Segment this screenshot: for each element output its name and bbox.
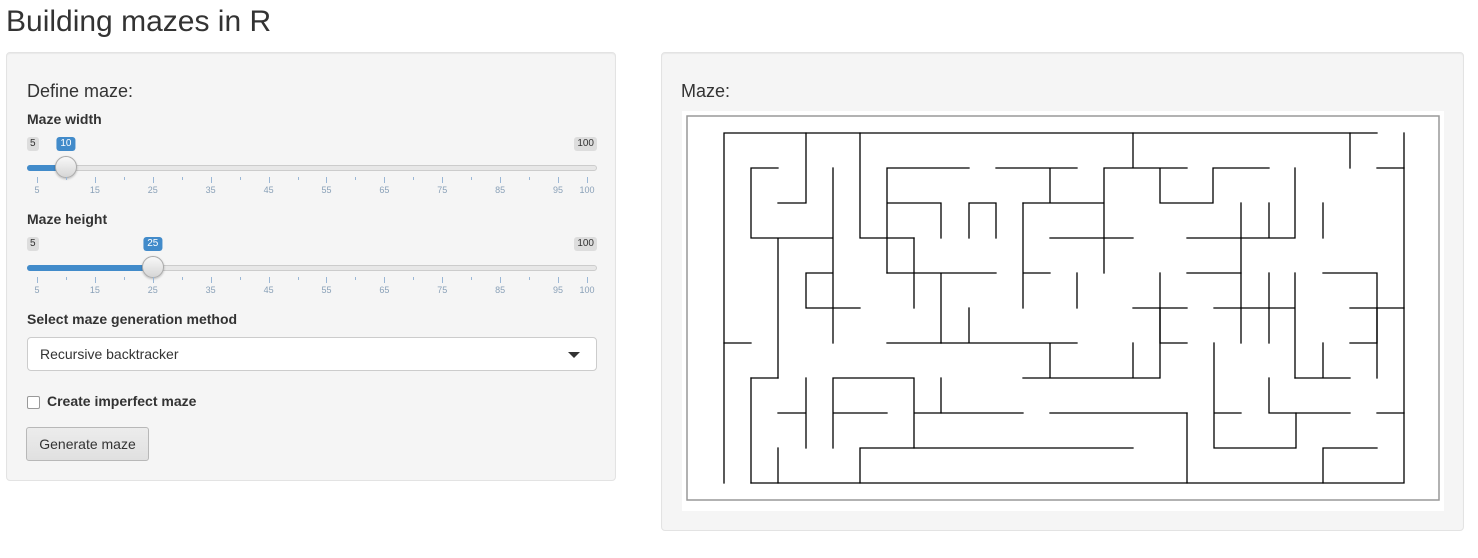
slider-tick xyxy=(65,177,67,180)
slider-tick xyxy=(268,177,270,183)
page-title: Building mazes in R xyxy=(6,5,272,38)
slider-value-badge: 25 xyxy=(143,237,163,251)
slider-max-label: 100 xyxy=(574,137,597,151)
slider-tick xyxy=(37,177,38,183)
slider-min-label: 5 xyxy=(27,237,39,251)
maze-height-slider[interactable]: 5 100 25 5 15 25 35 45 55 65 75 85 95 100 xyxy=(27,237,597,295)
slider-tick xyxy=(500,177,502,183)
slider-tick xyxy=(442,177,444,183)
slider-tick xyxy=(413,277,415,280)
slider-tick xyxy=(152,277,154,283)
slider-tick xyxy=(355,277,357,280)
slider-tick xyxy=(94,177,96,183)
slider-tick-label: 45 xyxy=(263,285,274,295)
method-select[interactable]: Recursive backtracker xyxy=(27,337,597,371)
slider-tick xyxy=(181,177,183,180)
slider-tick xyxy=(210,277,212,283)
generate-maze-button[interactable]: Generate maze xyxy=(26,427,149,461)
slider-tick xyxy=(297,177,299,180)
slider-tick xyxy=(587,277,588,283)
slider-tick xyxy=(529,277,531,280)
slider-tick xyxy=(442,277,444,283)
maze-walls xyxy=(723,132,1405,484)
slider-handle[interactable] xyxy=(54,156,77,178)
slider-tick xyxy=(152,177,154,183)
maze-image xyxy=(682,111,1444,511)
slider-tick xyxy=(37,277,38,283)
slider-tick xyxy=(558,177,560,183)
imperfect-maze-label[interactable]: Create imperfect maze xyxy=(47,393,196,409)
maze-height-label: Maze height xyxy=(27,211,108,227)
slider-tick xyxy=(587,177,588,183)
slider-tick-label: 5 xyxy=(34,285,40,295)
slider-tick xyxy=(239,177,241,180)
slider-tick xyxy=(471,277,473,280)
slider-tick-label: 45 xyxy=(263,185,274,195)
slider-tick xyxy=(65,277,67,280)
sidebar-panel: Define maze: Maze width 5 100 10 5 15 25 35… xyxy=(6,52,616,481)
slider-value-badge: 10 xyxy=(56,137,76,151)
imperfect-maze-checkbox[interactable] xyxy=(27,396,40,409)
slider-tick-label: 25 xyxy=(147,285,158,295)
slider-tick-label: 75 xyxy=(437,185,448,195)
slider-fill xyxy=(27,265,153,271)
method-selected-value: Recursive backtracker xyxy=(40,346,179,362)
slider-tick xyxy=(181,277,183,280)
caret-down-icon[interactable] xyxy=(568,352,580,358)
plot-frame xyxy=(686,115,1440,501)
slider-tick xyxy=(384,177,386,183)
slider-tick xyxy=(123,277,125,280)
slider-tick-label: 100 xyxy=(579,285,595,295)
slider-tick xyxy=(413,177,415,180)
slider-tick-label: 65 xyxy=(379,285,390,295)
slider-tick xyxy=(558,277,560,283)
maze-width-slider[interactable]: 5 100 10 5 15 25 35 45 55 65 75 85 95 100 xyxy=(27,137,597,195)
slider-tick xyxy=(471,177,473,180)
slider-tick-label: 85 xyxy=(495,185,506,195)
slider-tick-label: 95 xyxy=(553,185,564,195)
slider-tick-label: 100 xyxy=(579,185,595,195)
slider-tick xyxy=(355,177,357,180)
slider-tick-label: 85 xyxy=(495,285,506,295)
maze-width-label: Maze width xyxy=(27,111,102,127)
slider-tick-label: 75 xyxy=(437,285,448,295)
slider-max-label: 100 xyxy=(574,237,597,251)
slider-ticks: 5 15 25 35 45 55 65 75 85 95 100 xyxy=(27,277,597,295)
slider-tick-label: 35 xyxy=(205,185,216,195)
maze-heading: Maze: xyxy=(681,81,731,101)
slider-tick-label: 65 xyxy=(379,185,390,195)
slider-track[interactable] xyxy=(27,165,597,171)
slider-tick-label: 25 xyxy=(147,185,158,195)
method-label: Select maze generation method xyxy=(27,311,238,327)
slider-tick-label: 15 xyxy=(89,185,100,195)
slider-tick xyxy=(210,177,212,183)
slider-tick xyxy=(384,277,386,283)
slider-tick-label: 35 xyxy=(205,285,216,295)
slider-tick xyxy=(239,277,241,280)
slider-tick xyxy=(500,277,502,283)
slider-min-label: 5 xyxy=(27,137,39,151)
slider-tick xyxy=(529,177,531,180)
slider-handle[interactable] xyxy=(141,256,164,278)
slider-tick xyxy=(94,277,96,283)
slider-tick-label: 95 xyxy=(553,285,564,295)
slider-tick-label: 55 xyxy=(321,285,332,295)
slider-ticks: 5 15 25 35 45 55 65 75 85 95 100 xyxy=(27,177,597,195)
slider-tick-label: 55 xyxy=(321,185,332,195)
define-maze-heading: Define maze: xyxy=(27,81,134,101)
slider-tick-label: 5 xyxy=(34,185,40,195)
slider-tick xyxy=(268,277,270,283)
main-panel: Maze: xyxy=(661,52,1464,531)
maze-plot xyxy=(686,115,1440,501)
slider-tick xyxy=(326,277,328,283)
slider-tick-label: 15 xyxy=(89,285,100,295)
slider-tick xyxy=(326,177,328,183)
slider-tick xyxy=(123,177,125,180)
slider-tick xyxy=(297,277,299,280)
